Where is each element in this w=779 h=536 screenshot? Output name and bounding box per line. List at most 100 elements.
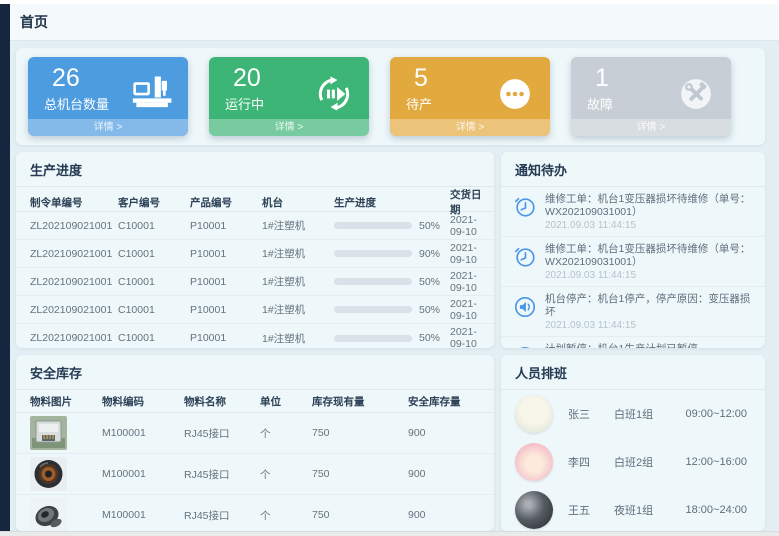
- progress-label: 50%: [419, 332, 440, 344]
- table-row: ZL202109021001 C10001 P10001 1#注塑机 50% 2…: [16, 296, 494, 324]
- on-hand-qty: 750: [312, 427, 408, 439]
- customer-no: C10001: [118, 220, 190, 232]
- progress-label: 50%: [419, 304, 440, 316]
- safety-stock-panel: 安全库存 物料图片 物料编码 物料名称 单位 库存现有量 安全库存量: [16, 355, 494, 531]
- stat-card-pending[interactable]: 5 待产 详情 >: [390, 57, 550, 136]
- stat-card-running[interactable]: 20 运行中 详情 >: [209, 57, 369, 136]
- notification-time: 2021.09.03 11:44:15: [545, 320, 753, 331]
- machine: 1#注塑机: [262, 246, 334, 261]
- table-row: ZL202109021001 C10001 P10001 1#注塑机 50% 2…: [16, 212, 494, 240]
- clock-icon: [513, 195, 537, 219]
- delivery-date: 2021-09-10: [450, 326, 486, 348]
- staff-panel-title: 人员排班: [501, 355, 765, 390]
- customer-no: C10001: [118, 332, 190, 344]
- page-content: 26 总机台数量 详情 > 20 运行中: [10, 41, 779, 531]
- progress-bar: [334, 278, 412, 285]
- staff-row: 李四 白班2组 12:00~16:00: [501, 438, 765, 486]
- notification-time: 2021.09.03 11:44:15: [545, 220, 753, 231]
- column-header: 客户编号: [118, 195, 190, 210]
- production-progress-panel: 生产进度 制令单编号 客户编号 产品编号 机台 生产进度 交货日期 ZL2021…: [16, 152, 494, 348]
- table-row: M100001 RJ45接口 个 750 900: [16, 495, 494, 531]
- stat-detail-link[interactable]: 详情 >: [390, 119, 550, 136]
- delivery-date: 2021-09-10: [450, 270, 486, 294]
- material-name: RJ45接口: [184, 508, 260, 523]
- notifications-panel-title: 通知待办: [501, 152, 765, 187]
- running-icon: [313, 73, 355, 115]
- product-no: P10001: [190, 276, 262, 288]
- stat-card-total-machines[interactable]: 26 总机台数量 详情 >: [28, 57, 188, 136]
- column-header: 安全库存量: [408, 394, 486, 409]
- production-table-header: 制令单编号 客户编号 产品编号 机台 生产进度 交货日期: [16, 187, 494, 212]
- staff-row: 王五 夜班1组 18:00~24:00: [501, 486, 765, 531]
- stat-cards-panel: 26 总机台数量 详情 > 20 运行中: [16, 48, 765, 145]
- safety-qty: 900: [408, 468, 486, 480]
- notification-text: 维修工单：机台1变压器损坏待维修（单号：WX202109031001）: [545, 243, 753, 268]
- stat-detail-link[interactable]: 详情 >: [209, 119, 369, 136]
- order-no: ZL202109021001: [30, 248, 118, 260]
- progress-bar: [334, 250, 412, 257]
- safety-qty: 900: [408, 427, 486, 439]
- column-header: 单位: [260, 394, 312, 409]
- speaker-front-photo: [30, 457, 67, 491]
- progress-bar: [334, 306, 412, 313]
- customer-no: C10001: [118, 248, 190, 260]
- notification-item[interactable]: 计划暂停：机台1生产计划已暂停 2021.09.03 11:44:15: [501, 337, 765, 348]
- table-row: M100001 RJ45接口 个 750 900: [16, 413, 494, 454]
- on-hand-qty: 750: [312, 468, 408, 480]
- on-hand-qty: 750: [312, 509, 408, 521]
- delivery-date: 2021-09-10: [450, 242, 486, 266]
- staff-time: 12:00~16:00: [686, 456, 747, 468]
- machine-icon: [132, 73, 174, 115]
- notification-text: 计划暂停：机台1生产计划已暂停: [545, 343, 698, 348]
- staff-schedule-panel: 人员排班 张三 白班1组 09:00~12:00 李四 白班2组 12:00~1…: [501, 355, 765, 531]
- machine: 1#注塑机: [262, 274, 334, 289]
- order-no: ZL202109021001: [30, 276, 118, 288]
- progress-label: 90%: [419, 248, 440, 260]
- machine: 1#注塑机: [262, 218, 334, 233]
- safety-qty: 900: [408, 509, 486, 521]
- speaker-icon: [513, 295, 537, 319]
- progress-label: 50%: [419, 220, 440, 232]
- column-header: 制令单编号: [30, 195, 118, 210]
- window-bottom-edge: [0, 531, 779, 536]
- column-header: 物料名称: [184, 394, 260, 409]
- table-row: ZL202109021001 C10001 P10001 1#注塑机 50% 2…: [16, 324, 494, 348]
- progress-cell: 50%: [334, 276, 450, 288]
- page-header: 首页: [10, 4, 779, 41]
- product-no: P10001: [190, 304, 262, 316]
- table-row: ZL202109021001 C10001 P10001 1#注塑机 50% 2…: [16, 268, 494, 296]
- progress-bar: [334, 222, 412, 229]
- column-header: 机台: [262, 195, 334, 210]
- table-row: M100001 RJ45接口 个 750 900: [16, 454, 494, 495]
- notification-time: 2021.09.03 11:44:15: [545, 270, 753, 281]
- progress-label: 50%: [419, 276, 440, 288]
- customer-no: C10001: [118, 304, 190, 316]
- delivery-date: 2021-09-10: [450, 298, 486, 322]
- ellipsis-icon: [494, 73, 536, 115]
- unit: 个: [260, 467, 312, 482]
- notification-item[interactable]: 维修工单：机台1变压器损坏待维修（单号：WX202109031001） 2021…: [501, 237, 765, 287]
- stock-table-header: 物料图片 物料编码 物料名称 单位 库存现有量 安全库存量: [16, 390, 494, 413]
- avatar: [515, 443, 553, 481]
- staff-shift: 白班2组: [614, 454, 684, 470]
- product-no: P10001: [190, 220, 262, 232]
- stat-detail-link[interactable]: 详情 >: [28, 119, 188, 136]
- speaker-icon: [513, 345, 537, 348]
- tools-icon: [675, 73, 717, 115]
- safety-stock-panel-title: 安全库存: [16, 355, 494, 390]
- staff-shift: 白班1组: [614, 406, 684, 422]
- unit: 个: [260, 426, 312, 441]
- avatar: [515, 395, 553, 433]
- notification-item[interactable]: 机台停产：机台1停产，停产原因：变压器损坏 2021.09.03 11:44:1…: [501, 287, 765, 337]
- notification-item[interactable]: 维修工单：机台1变压器损坏待维修（单号：WX202109031001） 2021…: [501, 187, 765, 237]
- column-header: 物料编码: [102, 394, 184, 409]
- staff-name: 张三: [568, 406, 614, 422]
- avatar: [515, 491, 553, 529]
- stat-detail-link[interactable]: 详情 >: [571, 119, 731, 136]
- column-header: 产品编号: [190, 195, 262, 210]
- stat-card-fault[interactable]: 1 故障 详情 >: [571, 57, 731, 136]
- machine: 1#注塑机: [262, 331, 334, 346]
- staff-row: 张三 白班1组 09:00~12:00: [501, 390, 765, 438]
- unit: 个: [260, 508, 312, 523]
- column-header: 物料图片: [30, 394, 102, 409]
